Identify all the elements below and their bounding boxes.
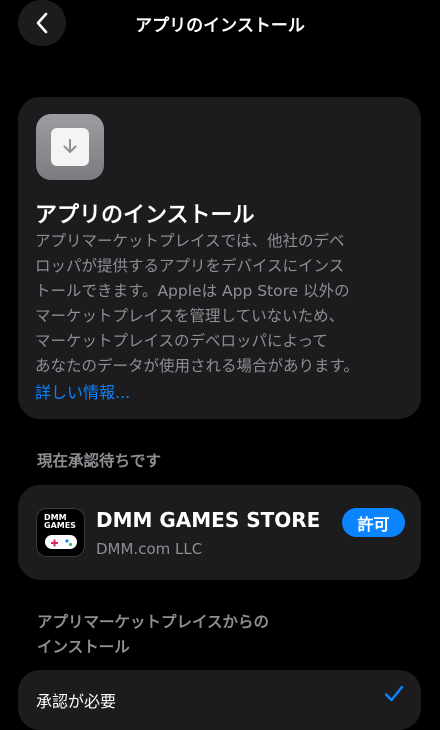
marketplace-section-header: アプリマーケットプレイスからの インストール — [37, 610, 269, 660]
dmm-games-wordmark: DMM GAMES — [44, 513, 76, 530]
download-icon — [63, 139, 77, 153]
allow-button[interactable]: 許可 — [342, 508, 405, 537]
info-line: トールできます。Appleは App Store 以外の — [35, 282, 350, 300]
info-title: アプリのインストール — [35, 203, 255, 228]
info-description: アプリマーケットプレイスでは、他社のデベ ロッパが提供するアプリをデバイスにイン… — [35, 229, 415, 379]
gamepad-glyph — [51, 539, 73, 547]
gamepad-icon — [45, 535, 77, 549]
page-title: アプリのインストール — [135, 16, 305, 36]
marketplace-header-line: インストール — [37, 638, 130, 656]
navigation-bar: アプリのインストール — [0, 0, 440, 48]
learn-more-link[interactable]: 詳しい情報... — [35, 379, 130, 403]
dmm-games-icon: DMM GAMES — [36, 508, 85, 557]
info-line: ロッパが提供するアプリをデバイスにインス — [35, 257, 345, 275]
app-developer: DMM.com LLC — [96, 540, 203, 558]
info-line: マーケットプレイスを管理していないため、 — [35, 307, 345, 325]
pending-section-header: 現在承認待ちです — [37, 452, 162, 470]
app-name: DMM GAMES STORE — [96, 508, 321, 532]
info-line: あなたのデータが使用される場合があります。 — [35, 357, 359, 375]
app-install-icon — [36, 114, 104, 180]
checkmark-icon — [384, 685, 404, 702]
pending-app-card: DMM GAMES DMM GAMES STORE DMM.com LLC 許可 — [18, 485, 421, 580]
info-line: アプリマーケットプレイスでは、他社のデベ — [35, 232, 345, 250]
approval-option-label: 承認が必要 — [36, 692, 117, 711]
download-icon-tile — [51, 128, 89, 166]
info-line: マーケットプレイスのデベロッパによって — [35, 332, 328, 350]
approval-option-row[interactable]: 承認が必要 — [18, 670, 421, 730]
marketplace-header-line: アプリマーケットプレイスからの — [37, 613, 270, 631]
info-card: アプリのインストール アプリマーケットプレイスでは、他社のデベ ロッパが提供する… — [18, 97, 421, 419]
